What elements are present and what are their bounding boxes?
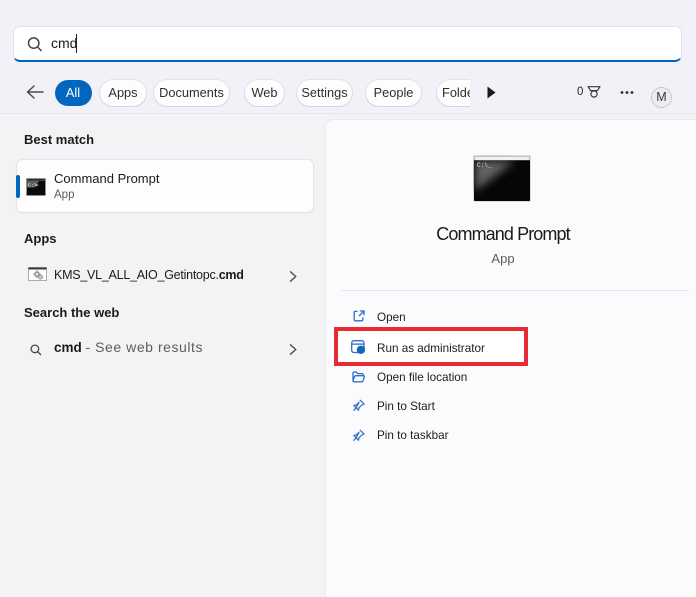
svg-text:C:\: C:\ (28, 183, 37, 189)
svg-text:C:\_: C:\_ (477, 162, 492, 169)
